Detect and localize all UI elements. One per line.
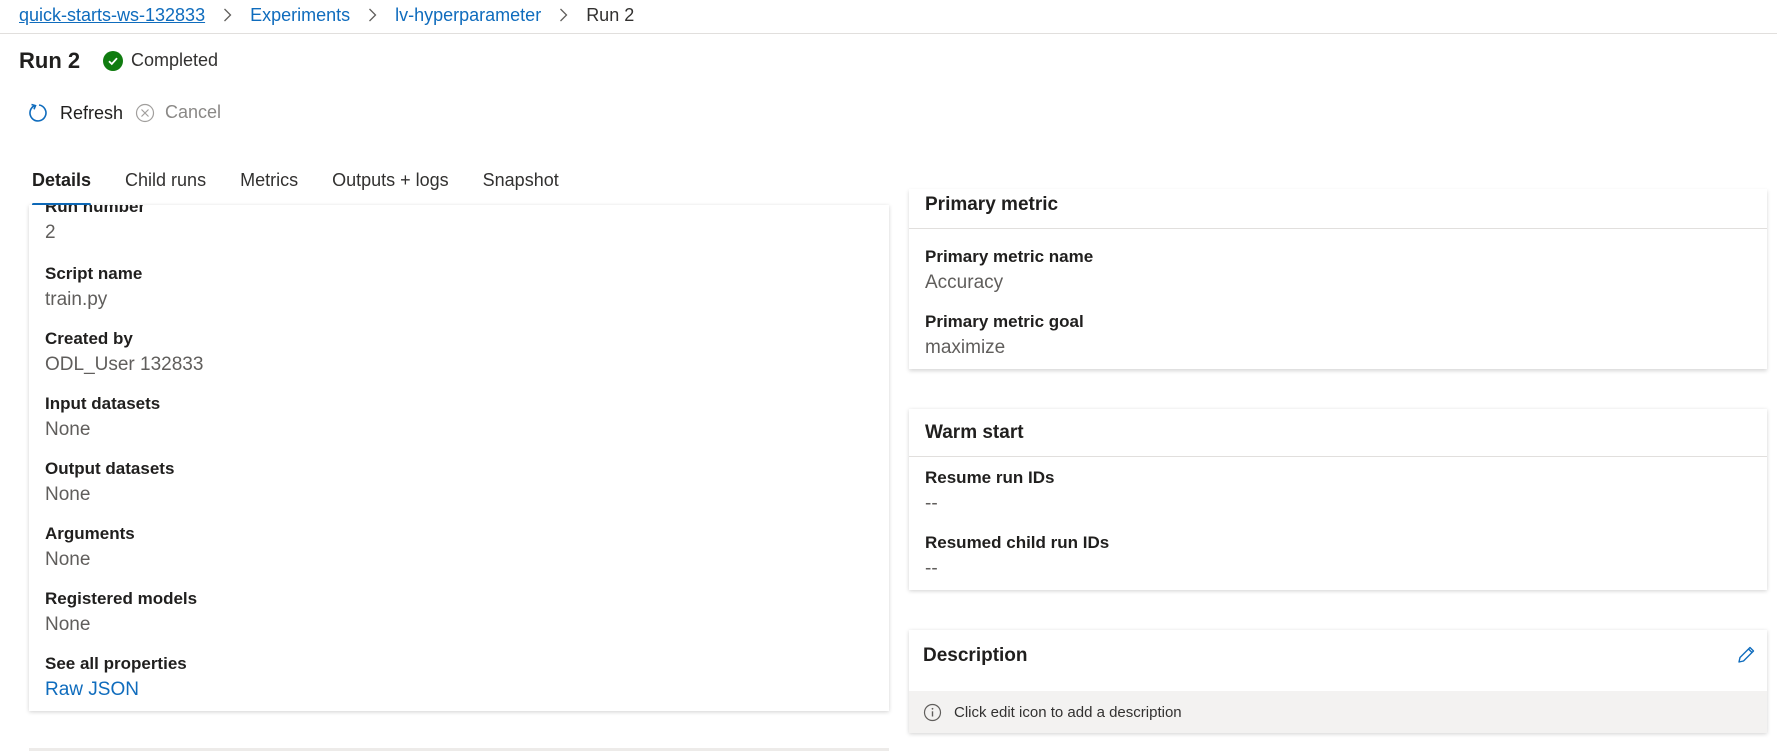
cancel-button[interactable]: Cancel bbox=[135, 102, 221, 123]
run-number-label: Run number bbox=[45, 205, 146, 216]
primary-metric-name-value: Accuracy bbox=[925, 272, 1004, 293]
see-all-properties-label: See all properties bbox=[45, 654, 187, 673]
status-badge: Completed bbox=[103, 50, 218, 71]
breadcrumb-experiments-link[interactable]: Experiments bbox=[250, 5, 350, 26]
run-number-value: 2 bbox=[45, 222, 56, 243]
refresh-label: Refresh bbox=[60, 102, 124, 123]
primary-metric-goal-property: Primary metric goal maximize bbox=[925, 312, 1084, 359]
registered-models-property: Registered models None bbox=[45, 589, 197, 636]
pencil-icon bbox=[1738, 646, 1755, 663]
output-datasets-value: None bbox=[45, 484, 91, 505]
resume-run-ids-label: Resume run IDs bbox=[925, 468, 1055, 487]
arguments-property: Arguments None bbox=[45, 524, 135, 571]
chevron-right-icon bbox=[223, 8, 232, 22]
cancel-label: Cancel bbox=[165, 102, 222, 122]
output-datasets-label: Output datasets bbox=[45, 459, 175, 478]
tab-metrics[interactable]: Metrics bbox=[240, 170, 298, 206]
edit-button[interactable] bbox=[1735, 644, 1757, 672]
run-number-property: Run number 2 bbox=[45, 205, 145, 244]
resumed-child-run-ids-value: -- bbox=[925, 558, 938, 579]
chevron-right-icon bbox=[559, 8, 568, 22]
see-all-properties: See all properties Raw JSON bbox=[45, 654, 187, 701]
tab-outputs-logs[interactable]: Outputs + logs bbox=[332, 170, 449, 206]
description-info-text: Click edit icon to add a description bbox=[954, 703, 1182, 721]
primary-metric-name-property: Primary metric name Accuracy bbox=[925, 247, 1093, 294]
tab-details[interactable]: Details bbox=[32, 170, 92, 206]
tab-child-runs[interactable]: Child runs bbox=[125, 170, 206, 206]
created-by-value: ODL_User 132833 bbox=[45, 354, 204, 375]
tab-list: Details Child runs Metrics Outputs + log… bbox=[32, 170, 593, 206]
breadcrumb-experiment-link[interactable]: lv-hyperparameter bbox=[395, 5, 541, 26]
breadcrumb-current: Run 2 bbox=[586, 4, 635, 25]
run-properties-card: Run number 2 Script name train.py Create… bbox=[29, 205, 889, 711]
primary-metric-name-label: Primary metric name bbox=[925, 247, 1094, 266]
output-datasets-property: Output datasets None bbox=[45, 459, 174, 506]
primary-metric-card: Primary metric Primary metric name Accur… bbox=[909, 189, 1767, 369]
arguments-value: None bbox=[45, 549, 91, 570]
info-icon bbox=[923, 703, 942, 721]
input-datasets-value: None bbox=[45, 419, 91, 440]
refresh-button[interactable]: Refresh bbox=[28, 102, 123, 124]
breadcrumb-bar: quick-starts-ws-132833 Experiments lv-hy… bbox=[0, 0, 1777, 34]
check-circle-icon bbox=[103, 50, 123, 71]
created-by-property: Created by ODL_User 132833 bbox=[45, 329, 203, 376]
tab-snapshot[interactable]: Snapshot bbox=[483, 170, 559, 206]
resumed-child-run-ids-property: Resumed child run IDs -- bbox=[925, 533, 1109, 580]
primary-metric-goal-label: Primary metric goal bbox=[925, 312, 1084, 331]
chevron-right-icon bbox=[368, 8, 377, 22]
registered-models-label: Registered models bbox=[45, 589, 198, 608]
breadcrumb-workspace-link[interactable]: quick-starts-ws-132833 bbox=[19, 5, 205, 26]
description-card: Description Click edit icon to add a des… bbox=[909, 630, 1767, 733]
description-title: Description bbox=[923, 645, 1028, 666]
primary-metric-title: Primary metric bbox=[909, 181, 1767, 229]
primary-metric-goal-value: maximize bbox=[925, 337, 1006, 358]
input-datasets-label: Input datasets bbox=[45, 394, 161, 413]
status-text: Completed bbox=[131, 50, 219, 70]
script-name-label: Script name bbox=[45, 264, 143, 283]
warm-start-title: Warm start bbox=[909, 409, 1767, 457]
script-name-property: Script name train.py bbox=[45, 264, 142, 311]
page-title: Run 2 bbox=[19, 48, 81, 73]
arguments-label: Arguments bbox=[45, 524, 135, 543]
script-name-value: train.py bbox=[45, 289, 108, 310]
input-datasets-property: Input datasets None bbox=[45, 394, 160, 441]
raw-json-link[interactable]: Raw JSON bbox=[45, 679, 187, 701]
refresh-icon bbox=[29, 103, 47, 122]
warm-start-card: Warm start Resume run IDs -- Resumed chi… bbox=[909, 409, 1767, 590]
breadcrumb: quick-starts-ws-132833 Experiments lv-hy… bbox=[19, 3, 634, 27]
resume-run-ids-value: -- bbox=[925, 493, 938, 514]
description-header: Description bbox=[909, 630, 1767, 682]
resume-run-ids-property: Resume run IDs -- bbox=[925, 468, 1054, 515]
registered-models-value: None bbox=[45, 614, 91, 635]
cancel-circle-icon bbox=[135, 103, 155, 122]
description-info-bar: Click edit icon to add a description bbox=[909, 691, 1767, 733]
resumed-child-run-ids-label: Resumed child run IDs bbox=[925, 533, 1110, 552]
created-by-label: Created by bbox=[45, 329, 133, 348]
